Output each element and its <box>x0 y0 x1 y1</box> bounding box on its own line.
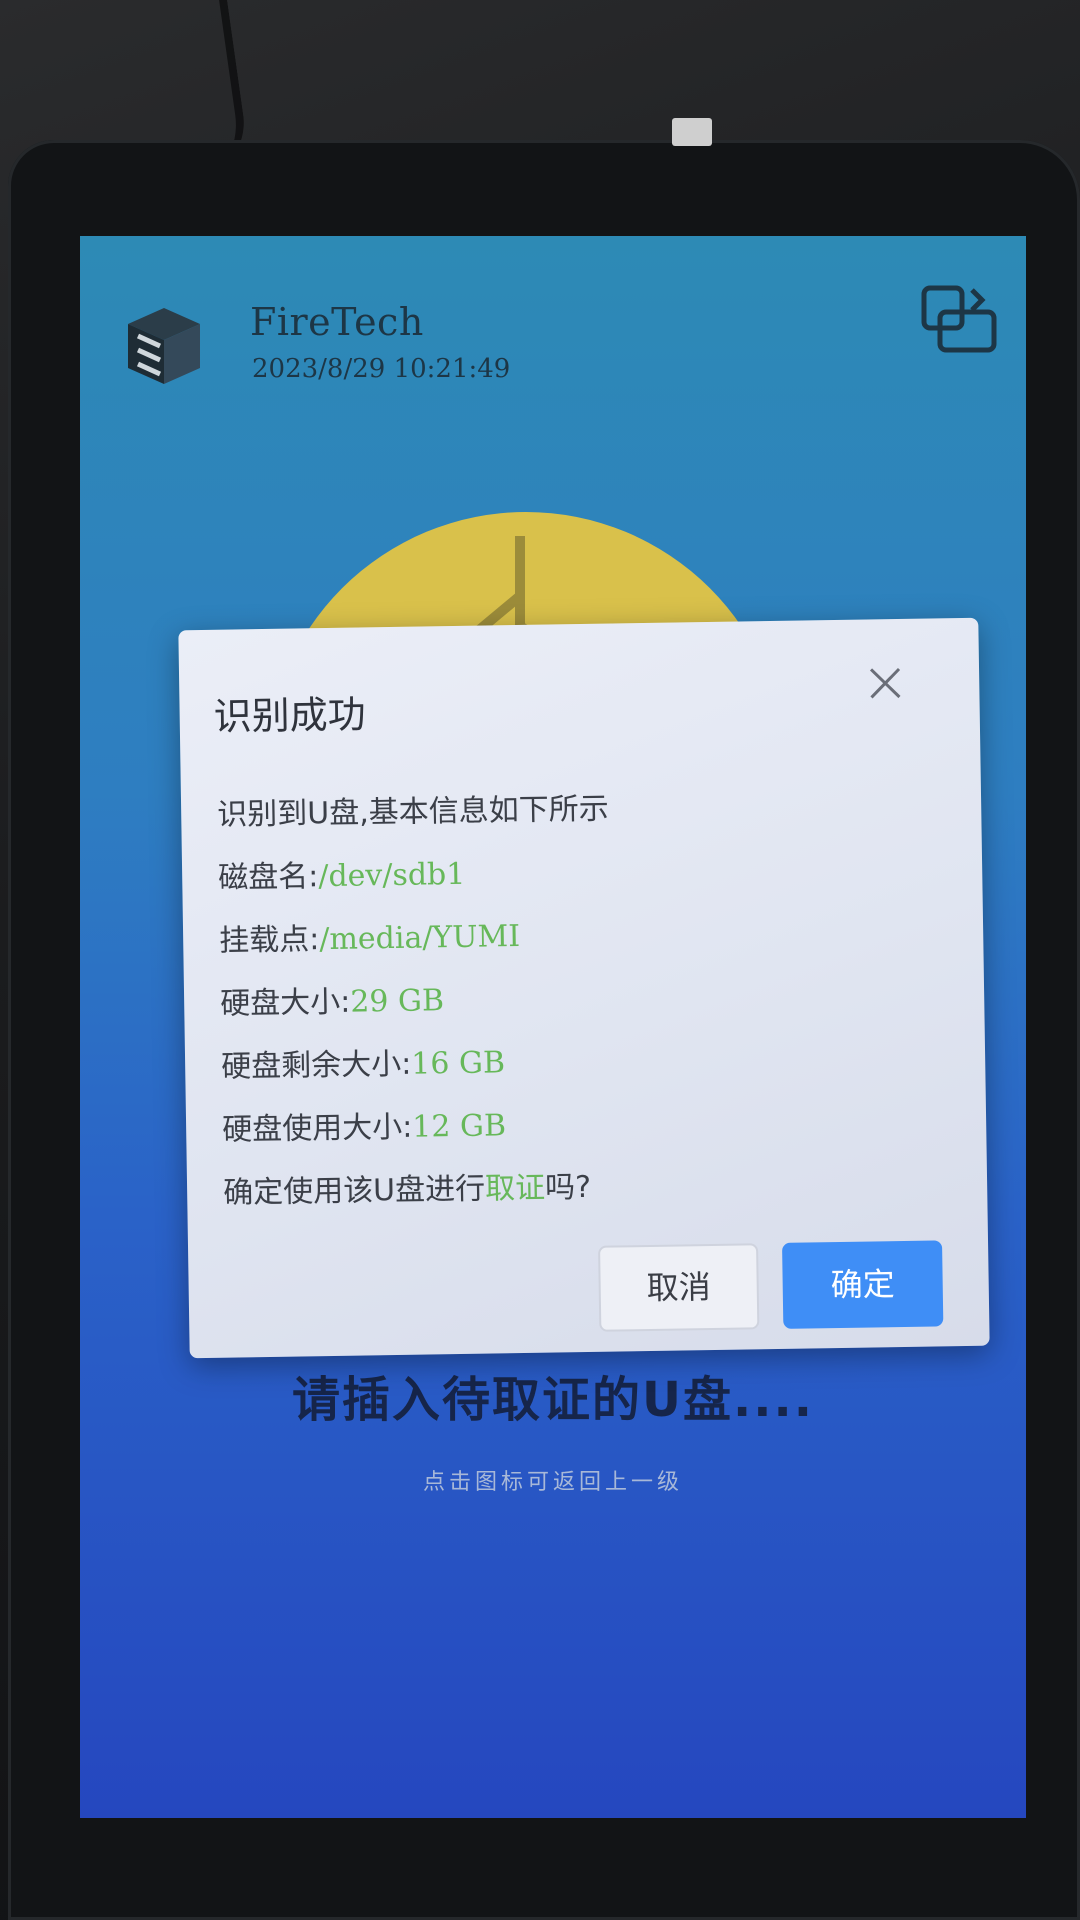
question-suffix: 吗? <box>544 1169 592 1206</box>
field-label: 硬盘使用大小: <box>221 1109 413 1148</box>
question-highlight: 取证 <box>484 1170 546 1207</box>
brand-name: FireTech <box>250 300 424 344</box>
field-disk-free: 硬盘剩余大小:16 GB <box>221 1030 613 1099</box>
switch-window-icon[interactable] <box>920 282 1000 356</box>
device-tab <box>672 118 712 146</box>
confirm-question: 确定使用该U盘进行取证吗? <box>223 1156 615 1225</box>
field-label: 硬盘大小: <box>219 984 351 1022</box>
back-hint: 点击图标可返回上一级 <box>422 1470 683 1495</box>
field-mount-point: 挂载点:/media/YUMI <box>219 904 611 973</box>
dialog-body: 识别到U盘,基本信息如下所示 磁盘名:/dev/sdb1 挂载点:/media/… <box>217 778 615 1225</box>
field-label: 硬盘剩余大小: <box>220 1046 412 1085</box>
field-disk-size: 硬盘大小:29 GB <box>220 967 612 1036</box>
question-prefix: 确定使用该U盘进行 <box>222 1171 486 1211</box>
dialog-intro: 识别到U盘,基本信息如下所示 <box>216 791 609 833</box>
field-label: 磁盘名: <box>217 859 319 896</box>
close-icon[interactable] <box>863 661 908 706</box>
firetech-logo-icon <box>128 308 200 384</box>
datetime: 2023/8/29 10:21:49 <box>252 354 511 384</box>
field-value: 12 GB <box>412 1108 507 1145</box>
field-value: /media/YUMI <box>319 919 521 958</box>
dialog-title: 识别成功 <box>213 692 367 739</box>
field-disk-used: 硬盘使用大小:12 GB <box>222 1093 614 1162</box>
field-disk-name: 磁盘名:/dev/sdb1 <box>218 841 610 910</box>
confirm-button[interactable]: 确定 <box>782 1240 944 1329</box>
field-label: 挂载点: <box>218 922 320 959</box>
field-value: 29 GB <box>350 983 445 1020</box>
field-value: /dev/sdb1 <box>318 856 466 895</box>
recognition-dialog: 识别成功 识别到U盘,基本信息如下所示 磁盘名:/dev/sdb1 挂载点:/m… <box>178 617 990 1359</box>
cancel-button[interactable]: 取消 <box>598 1243 760 1332</box>
field-value: 16 GB <box>411 1045 506 1082</box>
insert-usb-prompt: 请插入待取证的U盘.... <box>292 1372 814 1428</box>
